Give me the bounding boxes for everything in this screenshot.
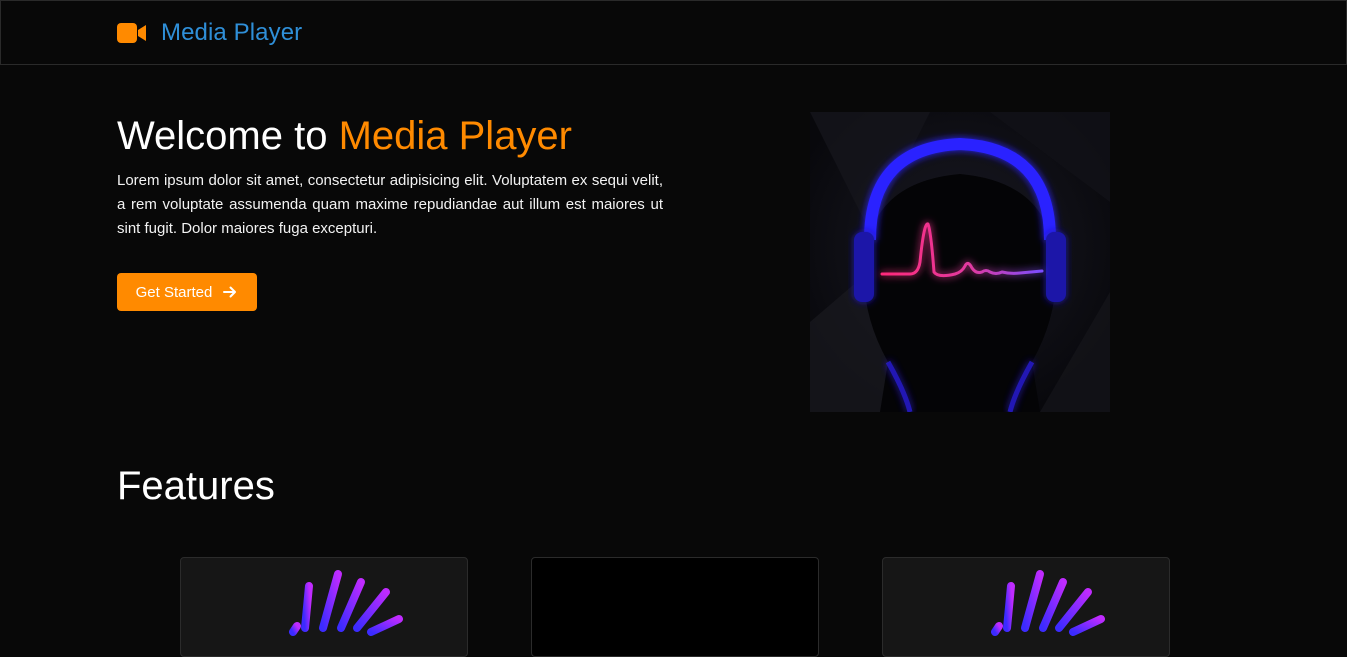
hero-illustration — [810, 112, 1110, 412]
hero-title: Welcome to Media Player — [117, 112, 572, 160]
sound-wave-fan-icon — [289, 570, 403, 636]
hero-description: Lorem ipsum dolor sit amet, consectetur … — [117, 172, 663, 237]
feature-card-3[interactable] — [882, 557, 1170, 657]
get-started-button[interactable]: Get Started — [117, 273, 257, 311]
get-started-label: Get Started — [135, 283, 213, 301]
hero-title-prefix: Welcome to — [117, 114, 339, 158]
feature-card-1[interactable] — [180, 557, 468, 657]
headphones-heartbeat-image — [810, 112, 1110, 412]
video-camera-icon — [117, 23, 146, 43]
navbar: Media Player — [0, 0, 1347, 65]
sound-wave-fan-icon — [991, 570, 1105, 636]
arrow-right-icon — [223, 286, 237, 298]
brand-link[interactable]: Media Player — [117, 17, 302, 49]
hero-title-accent: Media Player — [338, 114, 572, 158]
brand-name: Media Player — [161, 19, 303, 46]
feature-card-2[interactable] — [531, 557, 819, 657]
features-title: Features — [117, 464, 275, 508]
